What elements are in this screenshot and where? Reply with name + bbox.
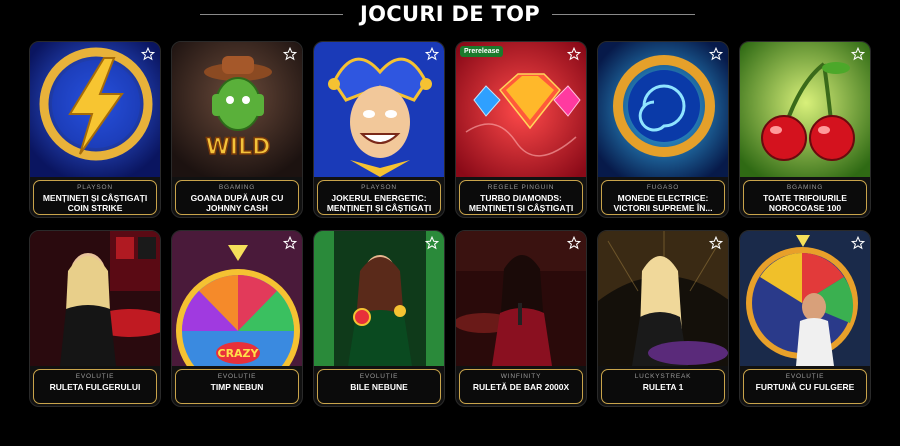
game-info-box: FUGASO MONEDE ELECTRICE: VICTORII SUPREM…: [601, 180, 725, 215]
game-info: EVOLUȚIE RULETA FULGERULUI: [30, 369, 160, 406]
game-info-box: EVOLUȚIE FURTUNĂ CU FULGERE: [743, 369, 867, 404]
game-card[interactable]: LUCKYSTREAK RULETA 1: [597, 230, 729, 407]
favorite-star-icon[interactable]: [709, 236, 723, 250]
favorite-star-icon[interactable]: [851, 47, 865, 61]
section-header: JOCURI DE TOP: [0, 0, 900, 30]
game-provider: EVOLUȚIE: [75, 373, 115, 380]
favorite-star-icon[interactable]: [141, 47, 155, 61]
game-title: BILE NEBUNE: [350, 382, 408, 392]
game-card[interactable]: CRAZY EVOLUȚIE TIMP NEBUN: [171, 230, 303, 407]
game-info-box: LUCKYSTREAK RULETA 1: [601, 369, 725, 404]
game-title: TIMP NEBUN: [210, 382, 264, 392]
game-card[interactable]: BGAMING TOATE TRIFOIURILE NOROCOASE 100: [739, 41, 871, 218]
game-provider: EVOLUȚIE: [217, 373, 257, 380]
game-info-box: PLAYSON JOKERUL ENERGETIC: MENȚINEȚI ȘI …: [317, 180, 441, 215]
section-title: JOCURI DE TOP: [360, 2, 540, 26]
game-card[interactable]: EVOLUȚIE FURTUNĂ CU FULGERE: [739, 230, 871, 407]
game-title: MENȚINEȚI ȘI CÂȘTIGAȚI COIN STRIKE: [42, 193, 148, 213]
favorite-star-icon[interactable]: [425, 47, 439, 61]
game-provider: WINFINITY: [500, 373, 542, 380]
game-info: EVOLUȚIE BILE NEBUNE: [314, 369, 444, 406]
game-info-box: EVOLUȚIE BILE NEBUNE: [317, 369, 441, 404]
lightning-coin-art: [30, 42, 160, 177]
game-info-box: REGELE PINGUIN TURBO DIAMONDS: MENȚINEȚI…: [459, 180, 583, 215]
game-info-box: WINFINITY RULETĂ DE BAR 2000X: [459, 369, 583, 404]
svg-text:CRAZY: CRAZY: [218, 347, 260, 360]
svg-text:WILD: WILD: [206, 135, 271, 160]
game-info-box: EVOLUȚIE TIMP NEBUN: [175, 369, 299, 404]
roulette-host-art: [598, 231, 728, 366]
game-info: REGELE PINGUIN TURBO DIAMONDS: MENȚINEȚI…: [456, 180, 586, 217]
favorite-star-icon[interactable]: [567, 236, 581, 250]
game-info-box: PLAYSON MENȚINEȚI ȘI CÂȘTIGAȚI COIN STRI…: [33, 180, 157, 215]
cherries-art: [740, 42, 870, 177]
game-title: RULETĂ DE BAR 2000X: [472, 382, 570, 392]
game-info-box: EVOLUȚIE RULETA FULGERULUI: [33, 369, 157, 404]
favorite-star-icon[interactable]: [709, 47, 723, 61]
game-provider: LUCKYSTREAK: [634, 373, 692, 380]
game-provider: BGAMING: [786, 184, 824, 191]
game-title: TOATE TRIFOIURILE NOROCOASE 100: [763, 193, 847, 213]
game-card[interactable]: EVOLUȚIE BILE NEBUNE: [313, 230, 445, 407]
game-title: GOANA DUPĂ AUR CU JOHNNY CASH: [190, 193, 284, 213]
joker-art: [314, 42, 444, 177]
favorite-star-icon[interactable]: [851, 236, 865, 250]
game-card[interactable]: FUGASO MONEDE ELECTRICE: VICTORII SUPREM…: [597, 41, 729, 218]
game-provider: EVOLUȚIE: [359, 373, 399, 380]
game-provider: PLAYSON: [361, 184, 397, 191]
header-divider-right: [552, 14, 695, 15]
lightning-storm-wheel-art: [740, 231, 870, 366]
game-info: LUCKYSTREAK RULETA 1: [598, 369, 728, 406]
game-provider: REGELE PINGUIN: [487, 184, 555, 191]
game-info: EVOLUȚIE TIMP NEBUN: [172, 369, 302, 406]
game-title: JOKERUL ENERGETIC: MENȚINEȚI ȘI CÂȘTIGAȚ…: [326, 193, 432, 213]
favorite-star-icon[interactable]: [425, 236, 439, 250]
cactus-cowboy-wild-art: WILD: [172, 42, 302, 177]
favorite-star-icon[interactable]: [283, 47, 297, 61]
game-title: RULETA 1: [642, 382, 684, 392]
crazy-time-wheel-art: CRAZY: [172, 231, 302, 366]
favorite-star-icon[interactable]: [283, 236, 297, 250]
game-info-box: BGAMING TOATE TRIFOIURILE NOROCOASE 100: [743, 180, 867, 215]
game-title: RULETA FULGERULUI: [49, 382, 141, 392]
game-provider: BGAMING: [218, 184, 256, 191]
game-title: MONEDE ELECTRICE: VICTORII SUPREME ÎN...: [613, 193, 713, 213]
lightning-roulette-host-art: [30, 231, 160, 366]
game-info: EVOLUȚIE FURTUNĂ CU FULGERE: [740, 369, 870, 406]
game-card[interactable]: WILD BGAMING GOANA DUPĂ AUR CU JOHNNY CA…: [171, 41, 303, 218]
games-grid: PLAYSON MENȚINEȚI ȘI CÂȘTIGAȚI COIN STRI…: [29, 41, 871, 407]
game-card[interactable]: Prerelease REGELE PINGUIN TURBO DIAMONDS…: [455, 41, 587, 218]
favorite-star-icon[interactable]: [567, 47, 581, 61]
game-info-box: BGAMING GOANA DUPĂ AUR CU JOHNNY CASH: [175, 180, 299, 215]
game-provider: PLAYSON: [77, 184, 113, 191]
prerelease-badge: Prerelease: [460, 46, 504, 57]
game-title: FURTUNĂ CU FULGERE: [755, 382, 855, 392]
game-provider: EVOLUȚIE: [785, 373, 825, 380]
game-info: BGAMING TOATE TRIFOIURILE NOROCOASE 100: [740, 180, 870, 217]
bar-roulette-host-art: [456, 231, 586, 366]
diamond-art: [456, 42, 586, 177]
crazy-balls-host-art: [314, 231, 444, 366]
game-provider: FUGASO: [646, 184, 680, 191]
game-card[interactable]: WINFINITY RULETĂ DE BAR 2000X: [455, 230, 587, 407]
game-info: PLAYSON JOKERUL ENERGETIC: MENȚINEȚI ȘI …: [314, 180, 444, 217]
game-info: PLAYSON MENȚINEȚI ȘI CÂȘTIGAȚI COIN STRI…: [30, 180, 160, 217]
game-info: WINFINITY RULETĂ DE BAR 2000X: [456, 369, 586, 406]
game-card[interactable]: PLAYSON JOKERUL ENERGETIC: MENȚINEȚI ȘI …: [313, 41, 445, 218]
game-title: TURBO DIAMONDS: MENȚINEȚI ȘI CÂȘTIGAȚI: [468, 193, 574, 213]
game-card[interactable]: PLAYSON MENȚINEȚI ȘI CÂȘTIGAȚI COIN STRI…: [29, 41, 161, 218]
game-card[interactable]: EVOLUȚIE RULETA FULGERULUI: [29, 230, 161, 407]
electric-coin-art: [598, 42, 728, 177]
game-info: BGAMING GOANA DUPĂ AUR CU JOHNNY CASH: [172, 180, 302, 217]
game-info: FUGASO MONEDE ELECTRICE: VICTORII SUPREM…: [598, 180, 728, 217]
